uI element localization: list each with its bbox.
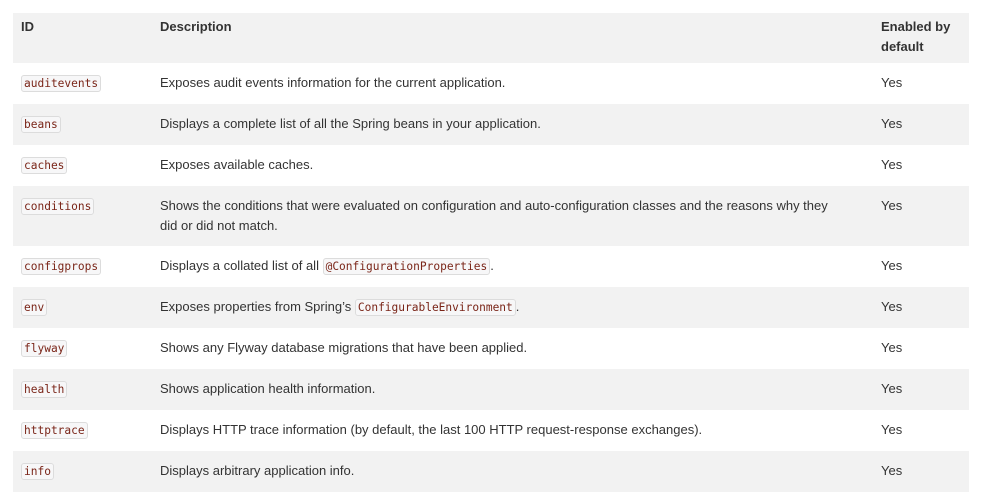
inline-code: ConfigurableEnvironment [354,299,516,316]
enabled-cell: Yes [881,198,903,213]
enabled-cell: Yes [881,258,903,273]
id-cell: flyway [13,328,147,369]
table-body: auditevents Exposes audit events informa… [13,63,969,492]
description-cell: Displays a collated list of all @Configu… [147,246,868,287]
enabled-cell: Yes [881,75,903,90]
table-row: caches Exposes available caches. Yes [13,145,969,186]
description-text: Displays a collated list of all [160,258,323,273]
header-id: ID [21,19,34,34]
enabled-cell: Yes [881,157,903,172]
table-row: httptrace Displays HTTP trace informatio… [13,410,969,451]
id-cell: configprops [13,246,147,287]
table-row: conditions Shows the conditions that wer… [13,186,969,246]
header-description: Description [160,19,232,34]
table-row: beans Displays a complete list of all th… [13,104,969,145]
table-row: health Shows application health informat… [13,369,969,410]
endpoint-id: flyway [21,340,68,357]
description-cell: Exposes audit events information for the… [160,75,506,90]
description-cell: Shows the conditions that were evaluated… [160,198,828,233]
endpoint-id: health [21,381,68,398]
table-row: env Exposes properties from Spring’s Con… [13,287,969,328]
header-enabled-by-default: Enabled by default [881,19,951,54]
endpoint-id: info [21,463,54,480]
id-cell: env [13,287,147,328]
description-cell: Displays a complete list of all the Spri… [160,116,541,131]
id-cell: beans [13,104,147,145]
description-cell: Exposes available caches. [160,157,314,172]
enabled-cell: Yes [881,422,903,437]
description-cell: Exposes properties from Spring’s Configu… [147,287,868,328]
table-row: flyway Shows any Flyway database migrati… [13,328,969,369]
description-cell: Displays arbitrary application info. [160,463,355,478]
endpoints-table: ID Description Enabled by default audite… [13,13,969,492]
endpoint-id: configprops [21,258,102,275]
description-suffix: . [515,299,520,314]
description-cell: Shows application health information. [160,381,376,396]
header-row: ID Description Enabled by default [13,13,969,63]
table-row: info Displays arbitrary application info… [13,451,969,492]
endpoint-id: conditions [21,198,95,215]
endpoint-id: httptrace [21,422,88,439]
endpoint-id: caches [21,157,68,174]
endpoints-table-container: ID Description Enabled by default audite… [13,13,969,492]
enabled-cell: Yes [881,463,903,478]
description-suffix: . [490,258,494,273]
table-row: auditevents Exposes audit events informa… [13,63,969,104]
inline-code: @ConfigurationProperties [322,258,491,275]
description-cell: Shows any Flyway database migrations tha… [160,340,528,355]
endpoint-id: beans [21,116,61,133]
table-row: configprops Displays a collated list of … [13,246,969,287]
id-cell: httptrace [13,410,147,451]
enabled-cell: Yes [881,340,903,355]
id-cell: auditevents [13,63,147,104]
id-cell: health [13,369,147,410]
description-cell: Displays HTTP trace information (by defa… [160,422,703,437]
id-cell: conditions [13,186,147,246]
id-cell: caches [13,145,147,186]
id-cell: info [13,451,147,492]
enabled-cell: Yes [881,299,903,314]
table-header: ID Description Enabled by default [13,13,969,63]
endpoint-id: env [21,299,48,316]
enabled-cell: Yes [881,116,903,131]
description-text: Exposes properties from Spring’s [160,299,355,314]
endpoint-id: auditevents [21,75,102,92]
enabled-cell: Yes [881,381,903,396]
